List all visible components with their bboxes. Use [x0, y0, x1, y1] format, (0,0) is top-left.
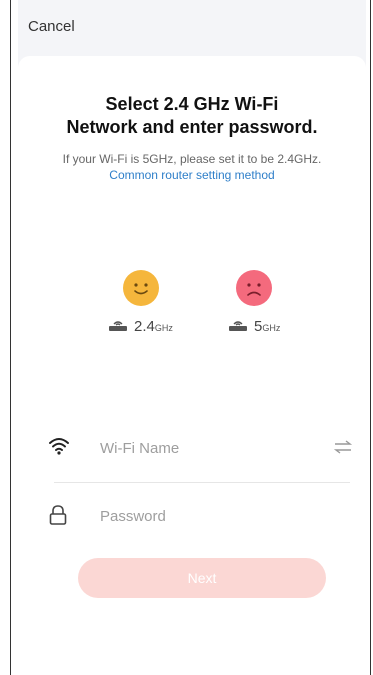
instruction-body: If your Wi-Fi is 5GHz, please set it to …	[62, 152, 322, 166]
field-divider	[54, 482, 350, 483]
password-row	[48, 496, 353, 536]
wifi-name-input[interactable]	[100, 436, 320, 460]
band-5ghz: 5GHz	[228, 318, 280, 336]
page-frame: Cancel Select 2.4 GHz Wi-Fi Network and …	[0, 0, 373, 675]
band-2-4-unit: GHz	[154, 323, 173, 333]
next-button[interactable]: Next	[78, 558, 326, 598]
instruction-text: If your Wi-Fi is 5GHz, please set it to …	[38, 151, 346, 183]
band-2-4ghz: 2.4GHz	[108, 318, 173, 336]
frame-border-left	[10, 0, 11, 675]
top-bar: Cancel	[18, 0, 366, 56]
wifi-setup-card: Select 2.4 GHz Wi-Fi Network and enter p…	[18, 56, 366, 612]
band-5-unit: GHz	[262, 323, 281, 333]
sad-face-icon	[236, 270, 272, 306]
band-2-4-value: 2.4	[134, 318, 155, 335]
title-line-1: Select 2.4 GHz Wi-Fi	[105, 94, 279, 114]
phone-screen: Cancel Select 2.4 GHz Wi-Fi Network and …	[18, 0, 366, 612]
swap-icon[interactable]	[333, 440, 353, 459]
router-icon	[108, 318, 128, 336]
happy-face-icon	[123, 270, 159, 306]
frame-border-right	[370, 0, 371, 675]
title-line-2: Network and enter password.	[66, 117, 318, 137]
lock-icon	[48, 504, 68, 531]
wifi-name-row	[48, 428, 353, 468]
password-input[interactable]	[100, 504, 320, 528]
router-icon	[228, 318, 248, 336]
wifi-icon	[48, 436, 70, 461]
page-title: Select 2.4 GHz Wi-Fi Network and enter p…	[18, 93, 366, 139]
router-setting-link[interactable]: Common router setting method	[109, 168, 274, 182]
cancel-button[interactable]: Cancel	[28, 18, 75, 35]
